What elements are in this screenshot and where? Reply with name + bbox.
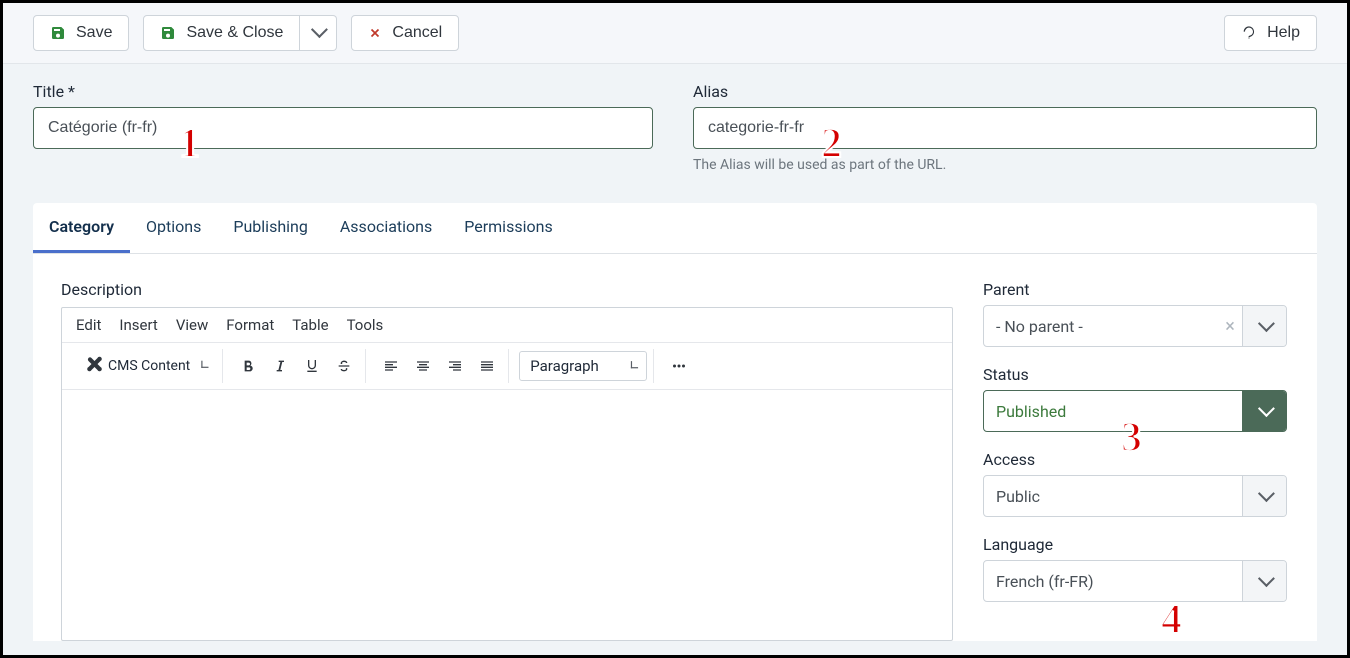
align-justify-button[interactable] (472, 351, 502, 381)
parent-value: - No parent - (984, 306, 1218, 346)
save-close-label: Save & Close (186, 24, 283, 42)
align-right-button[interactable] (440, 351, 470, 381)
menu-insert[interactable]: Insert (119, 316, 157, 334)
status-select[interactable]: Published (983, 390, 1287, 432)
status-label: Status (983, 365, 1287, 384)
chevron-down-icon (1259, 572, 1271, 590)
italic-button[interactable] (265, 351, 295, 381)
joomla-icon (84, 355, 102, 377)
access-value: Public (984, 476, 1242, 516)
alias-help-text: The Alias will be used as part of the UR… (693, 157, 1317, 173)
access-select[interactable]: Public (983, 475, 1287, 517)
alias-label: Alias (693, 82, 1317, 101)
tab-options[interactable]: Options (130, 203, 217, 253)
save-close-button[interactable]: Save & Close (143, 15, 300, 51)
language-value: French (fr-FR) (984, 561, 1242, 601)
language-select[interactable]: French (fr-FR) (983, 560, 1287, 602)
help-button-label: Help (1267, 24, 1300, 42)
action-toolbar: Save Save & Close Cancel Help (3, 3, 1347, 64)
question-icon (1241, 25, 1257, 41)
tab-permissions[interactable]: Permissions (448, 203, 568, 253)
underline-button[interactable] (297, 351, 327, 381)
language-label: Language (983, 535, 1287, 554)
rich-text-editor: Edit Insert View Format Table Tools (61, 307, 953, 641)
tab-bar: Category Options Publishing Associations… (33, 203, 1317, 254)
save-button[interactable]: Save (33, 15, 129, 51)
parent-select[interactable]: - No parent - × (983, 305, 1287, 347)
save-close-group: Save & Close (143, 15, 337, 51)
strikethrough-button[interactable] (329, 351, 359, 381)
status-caret[interactable] (1242, 391, 1286, 431)
chevron-down-icon (1259, 487, 1271, 505)
align-center-button[interactable] (408, 351, 438, 381)
menu-view[interactable]: View (176, 316, 208, 334)
status-value: Published (984, 391, 1242, 431)
cancel-button[interactable]: Cancel (351, 15, 459, 51)
chevron-down-icon (1259, 402, 1271, 420)
save-dropdown-toggle[interactable] (300, 15, 337, 51)
close-icon (368, 26, 382, 40)
chevron-down-icon (627, 359, 640, 372)
title-label: Title * (33, 82, 653, 101)
chevron-down-icon (1259, 317, 1271, 335)
alias-input[interactable] (693, 107, 1317, 149)
clear-icon[interactable]: × (1218, 306, 1242, 346)
language-caret[interactable] (1242, 561, 1286, 601)
tab-associations[interactable]: Associations (324, 203, 448, 253)
save-icon (160, 25, 176, 41)
access-label: Access (983, 450, 1287, 469)
tab-publishing[interactable]: Publishing (217, 203, 323, 253)
align-left-button[interactable] (376, 351, 406, 381)
save-icon (50, 25, 66, 41)
menu-tools[interactable]: Tools (347, 316, 384, 334)
more-button[interactable] (664, 351, 694, 381)
description-label: Description (61, 280, 953, 299)
menu-table[interactable]: Table (292, 316, 328, 334)
bold-button[interactable] (233, 351, 263, 381)
editor-body[interactable] (62, 390, 952, 640)
chevron-down-icon (312, 24, 324, 42)
access-caret[interactable] (1242, 476, 1286, 516)
tab-category[interactable]: Category (33, 203, 130, 253)
parent-label: Parent (983, 280, 1287, 299)
cancel-button-label: Cancel (392, 24, 442, 42)
chevron-down-icon (197, 359, 209, 371)
editor-toolbar: CMS Content (62, 343, 952, 390)
cms-content-label: CMS Content (108, 358, 190, 374)
cms-content-button[interactable]: CMS Content (76, 351, 216, 381)
menu-edit[interactable]: Edit (76, 316, 101, 334)
editor-menubar: Edit Insert View Format Table Tools (62, 308, 952, 343)
help-button[interactable]: Help (1224, 15, 1317, 51)
save-button-label: Save (76, 24, 112, 42)
parent-caret[interactable] (1242, 306, 1286, 346)
block-format-select[interactable]: Paragraph (519, 351, 647, 381)
title-input[interactable] (33, 107, 653, 149)
menu-format[interactable]: Format (226, 316, 274, 334)
block-format-value: Paragraph (530, 357, 599, 375)
